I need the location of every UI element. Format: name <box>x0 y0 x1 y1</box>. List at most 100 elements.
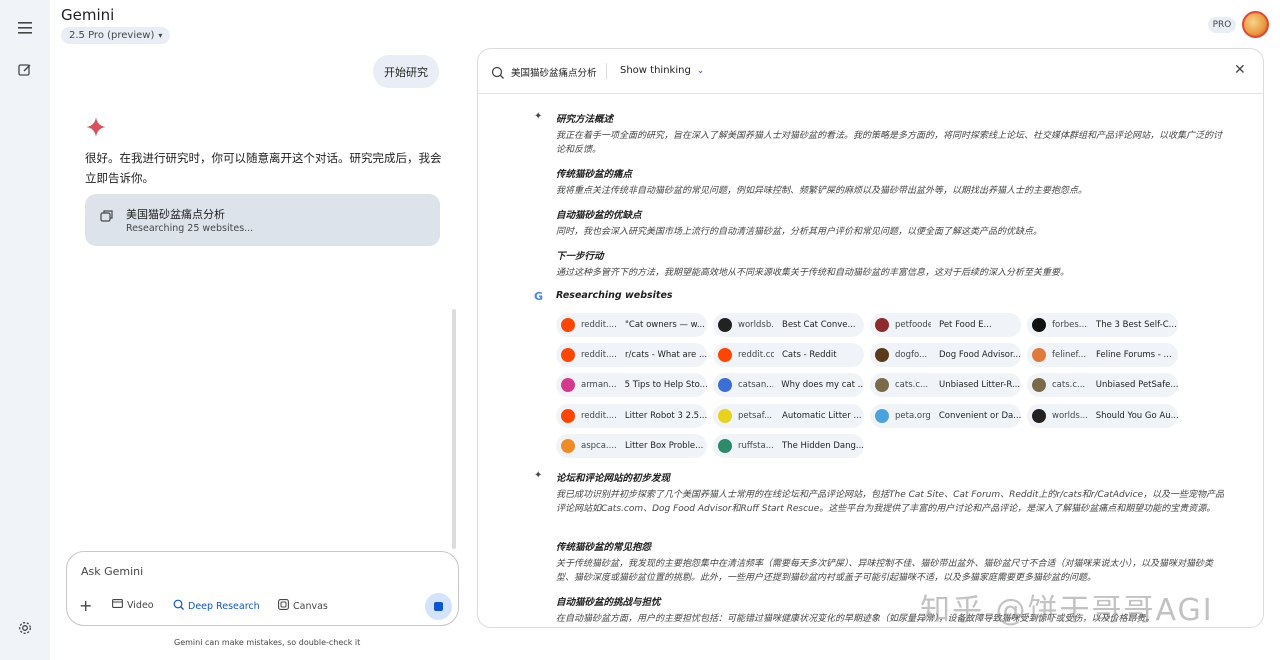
canvas-icon <box>278 599 289 613</box>
video-label: Video <box>127 599 154 611</box>
site-domain: reddit.... <box>581 350 617 360</box>
menu-icon[interactable] <box>13 16 37 40</box>
user-message: 开始研究 <box>373 55 439 88</box>
research-doc-icon <box>99 208 115 228</box>
settings-gear-icon[interactable] <box>13 616 37 640</box>
site-favicon-icon <box>875 409 889 423</box>
section-heading: 研究方法概述 <box>556 114 614 125</box>
video-tool-button[interactable]: Video <box>112 599 154 611</box>
watermark: 知乎 @饼干哥哥AGI <box>920 593 1214 628</box>
site-favicon-icon <box>561 348 575 362</box>
website-chip[interactable]: worldsb... Best Cat Conve... <box>713 313 864 337</box>
website-chip[interactable]: petfoodexpe... Pet Food E... <box>870 313 1021 337</box>
thought-section: 自动猫砂盆的优缺点 同时，我也会深入研究美国市场上流行的自动清洁猫砂盆，分析其用… <box>556 207 1226 239</box>
site-favicon-icon <box>561 318 575 332</box>
research-card-status: Researching 25 websites... <box>126 223 254 234</box>
site-title: r/cats - What are ... <box>624 350 707 360</box>
website-chip[interactable]: dogfo... Dog Food Advisor... <box>870 343 1021 367</box>
website-chip[interactable]: peta.org Convenient or Da... <box>870 404 1021 428</box>
site-domain: worlds... <box>1052 411 1088 421</box>
site-domain: dogfo... <box>895 350 928 360</box>
website-chip[interactable]: cats.c... Unbiased PetSafe... <box>1027 373 1178 397</box>
site-favicon-icon <box>875 348 889 362</box>
add-icon[interactable]: + <box>79 596 92 615</box>
website-chip[interactable]: reddit.com Cats - Reddit <box>713 343 864 367</box>
prompt-placeholder[interactable]: Ask Gemini <box>81 565 143 578</box>
website-chip[interactable]: catsan... Why does my cat ... <box>713 373 864 397</box>
site-favicon-icon <box>718 409 732 423</box>
google-g-icon: G <box>534 290 544 303</box>
deep-research-icon <box>173 599 184 613</box>
side-rail <box>0 0 50 660</box>
site-title: Feline Forums - ... <box>1096 350 1172 360</box>
thought-bullet-icon: ✦ <box>534 111 543 122</box>
section-body: 通过这种多管齐下的方法，我期望能高效地从不同来源收集关于传统和自动猫砂盆的丰富信… <box>556 268 1070 278</box>
site-favicon-icon <box>718 348 732 362</box>
panel-header: 美国猫砂盆痛点分析 Show thinking ⌄ ✕ <box>478 49 1263 94</box>
website-chip[interactable]: petsaf... Automatic Litter ... <box>713 404 864 428</box>
website-chip[interactable]: felinef... Feline Forums - ... <box>1027 343 1178 367</box>
model-reply: 很好。在我进行研究时，你可以随意离开这个对话。研究完成后，我会立即告诉你。 <box>85 151 442 185</box>
site-domain: reddit.... <box>581 320 617 330</box>
section-heading: 传统猫砂盆的痛点 <box>556 169 633 180</box>
site-favicon-icon <box>1032 409 1046 423</box>
thought-section: 传统猫砂盆的常见抱怨 关于传统猫砂盆，我发现的主要抱怨集中在清洁频率（需要每天多… <box>556 539 1226 585</box>
section-body: 我将重点关注传统非自动猫砂盆的常见问题，例如异味控制、频繁铲屎的麻烦以及猫砂带出… <box>556 186 1088 196</box>
chat-scrollbar[interactable] <box>452 309 456 549</box>
canvas-label: Canvas <box>293 600 328 612</box>
website-chip[interactable]: reddit.... r/cats - What are ... <box>556 343 707 367</box>
site-favicon-icon <box>718 439 732 453</box>
section-heading: 下一步行动 <box>556 251 604 262</box>
section-body: 同时，我也会深入研究美国市场上流行的自动清洁猫砂盆，分析其用户评价和常见问题，以… <box>556 227 1043 237</box>
research-panel: 美国猫砂盆痛点分析 Show thinking ⌄ ✕ ✦ 研究方法概述 我正在… <box>477 48 1264 628</box>
deep-research-button[interactable]: Deep Research <box>173 599 260 613</box>
site-domain: reddit.com <box>738 350 774 360</box>
website-chip[interactable]: forbes.... The 3 Best Self-C... <box>1027 313 1178 337</box>
video-icon <box>112 599 123 611</box>
canvas-tool-button[interactable]: Canvas <box>278 599 328 613</box>
site-title: Should You Go Au... <box>1095 411 1178 421</box>
section-body: 我已成功识别并初步探索了几个美国养猫人士常用的在线论坛和产品评论网站，包括The… <box>556 490 1225 514</box>
site-domain: petfoodexpe... <box>895 320 931 330</box>
website-chip[interactable]: reddit.... "Cat owners — w... <box>556 313 707 337</box>
prompt-input-box[interactable]: Ask Gemini + Video Deep Research Canvas <box>66 551 459 626</box>
site-title: The 3 Best Self-C... <box>1096 320 1177 330</box>
site-domain: cats.c... <box>1052 380 1086 390</box>
site-title: Best Cat Conve... <box>782 320 856 330</box>
model-selector[interactable]: 2.5 Pro (preview) ▾ <box>61 27 171 44</box>
header-divider <box>606 63 607 79</box>
website-chip[interactable]: worlds... Should You Go Au... <box>1027 404 1178 428</box>
website-chip[interactable]: ruffsta... The Hidden Dang... <box>713 434 864 458</box>
site-favicon-icon <box>561 378 575 392</box>
site-favicon-icon <box>718 378 732 392</box>
stop-icon <box>434 602 443 611</box>
account-avatar[interactable] <box>1242 11 1269 38</box>
stop-button[interactable] <box>425 593 452 620</box>
section-heading: 论坛和评论网站的初步发现 <box>556 473 671 484</box>
model-label: 2.5 Pro (preview) <box>69 30 155 41</box>
website-chip[interactable]: arman... 5 Tips to Help Sto... <box>556 373 707 397</box>
site-title: Litter Robot 3 2.5... <box>624 411 707 421</box>
deep-research-label: Deep Research <box>188 600 260 612</box>
site-domain: felinef... <box>1052 350 1087 360</box>
website-chip[interactable]: cats.c... Unbiased Litter-R... <box>870 373 1021 397</box>
disclaimer: Gemini can make mistakes, so double-chec… <box>174 638 361 647</box>
thought-section: 传统猫砂盆的痛点 我将重点关注传统非自动猫砂盆的常见问题，例如异味控制、频繁铲屎… <box>556 166 1226 198</box>
new-chat-icon[interactable] <box>13 58 37 82</box>
website-chip[interactable]: aspca.... Litter Box Proble... <box>556 434 707 458</box>
site-domain: cats.c... <box>895 380 929 390</box>
website-chip[interactable]: reddit.... Litter Robot 3 2.5... <box>556 404 707 428</box>
research-card[interactable]: 美国猫砂盆痛点分析 Researching 25 websites... <box>85 194 440 246</box>
site-title: Convenient or Da... <box>938 411 1021 421</box>
site-title: Unbiased Litter-R... <box>939 380 1021 390</box>
site-favicon-icon <box>1032 378 1046 392</box>
site-domain: petsaf... <box>738 411 773 421</box>
site-title: Litter Box Proble... <box>625 441 704 451</box>
site-favicon-icon <box>875 318 889 332</box>
show-thinking-toggle[interactable]: Show thinking ⌄ <box>620 65 704 76</box>
close-icon[interactable]: ✕ <box>1234 62 1246 78</box>
site-domain: worldsb... <box>738 320 774 330</box>
gemini-spark-icon <box>86 117 106 141</box>
site-favicon-icon <box>561 409 575 423</box>
section-heading: 自动猫砂盆的优缺点 <box>556 210 642 221</box>
